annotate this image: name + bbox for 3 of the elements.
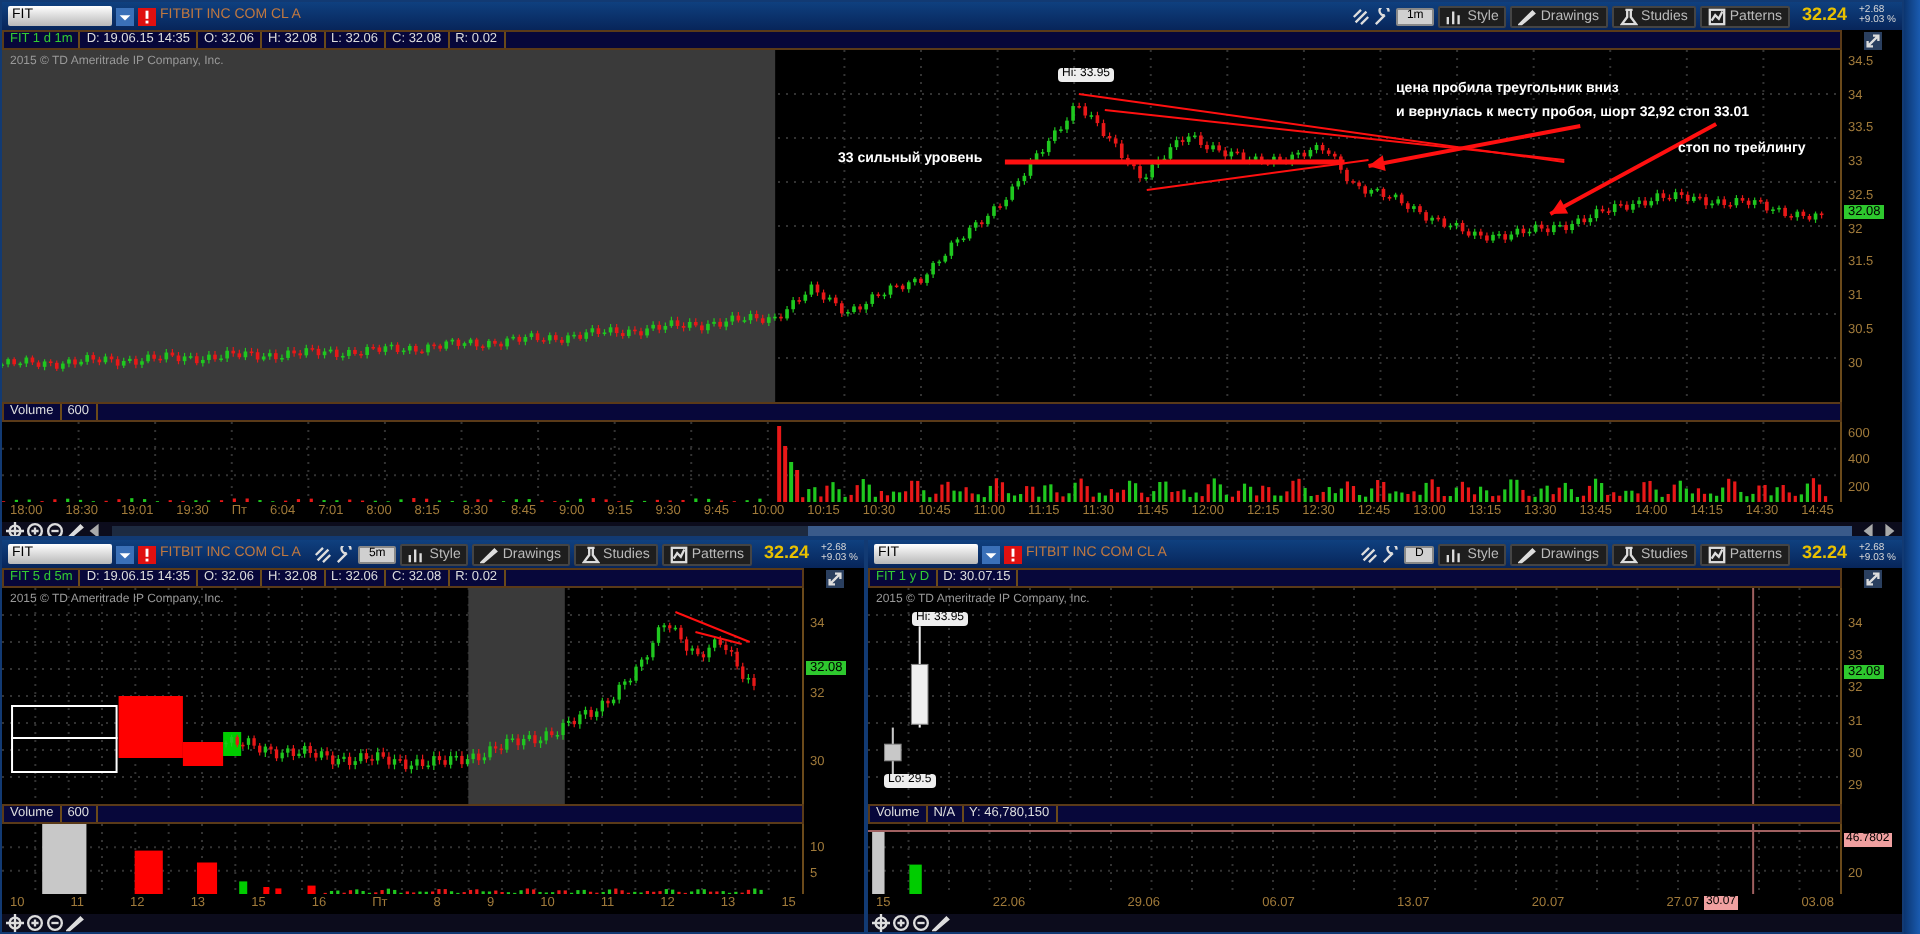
last-price: 32.24 (1801, 2, 1847, 29)
last-price: 32.24 (1801, 540, 1847, 567)
last-price: 32.24 (763, 540, 809, 567)
